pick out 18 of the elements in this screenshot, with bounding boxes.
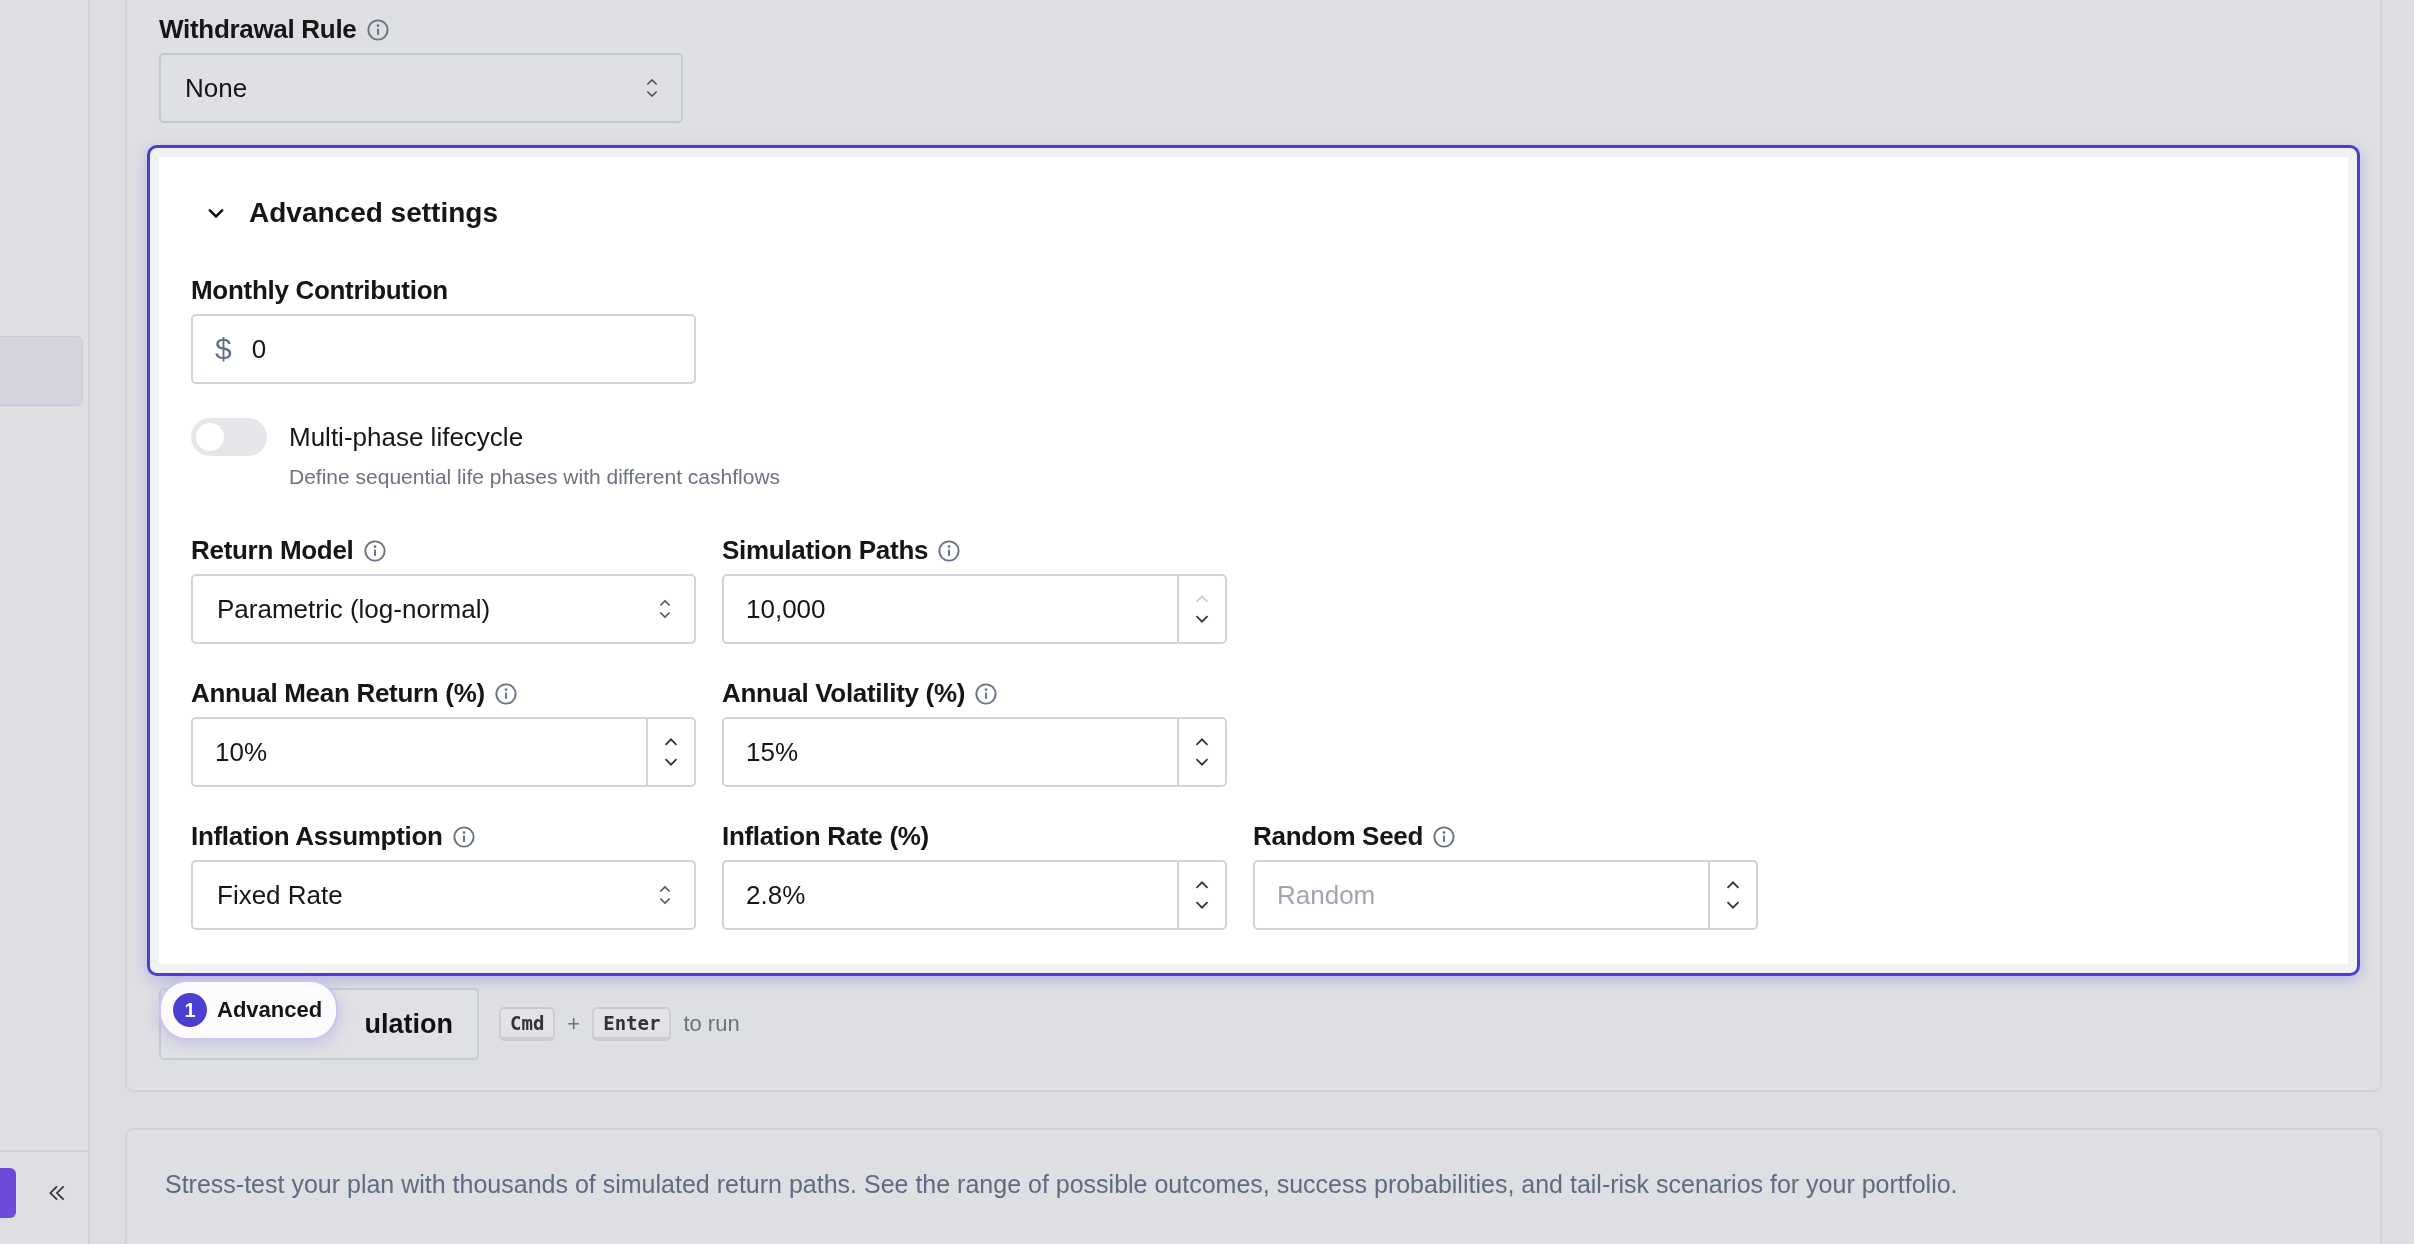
field-label: Withdrawal Rule — [159, 14, 357, 45]
keyboard-key: Cmd — [499, 1007, 556, 1041]
toggle-description: Define sequential life phases with different cashflows — [289, 465, 781, 489]
key-separator: + — [567, 1011, 581, 1037]
toggle-label: Multi-phase lifecycle — [289, 422, 525, 453]
field-label: Return Model — [191, 535, 354, 566]
field-label: Simulation Paths — [722, 535, 929, 566]
tour-label: Advanced — [217, 997, 323, 1023]
field-label: Inflation Rate (%) — [722, 821, 929, 852]
field-label: Inflation Assumption — [191, 821, 443, 852]
shortcut-hint: to run — [683, 1011, 740, 1037]
field-label: Random Seed — [1253, 821, 1424, 852]
field-label: Monthly Contribution — [191, 275, 449, 306]
description-text: Stress-test your plan with thousands of simulated return paths. See the range of possible outcomes, success probabilities, and tail-risk scenarios for your portfolio. — [165, 1170, 1958, 1198]
field-label: Annual Mean Return (%) — [191, 678, 485, 709]
step-number: 1 — [173, 993, 207, 1027]
keyboard-key: Enter — [592, 1007, 672, 1041]
field-label: Annual Volatility (%) — [722, 678, 966, 709]
